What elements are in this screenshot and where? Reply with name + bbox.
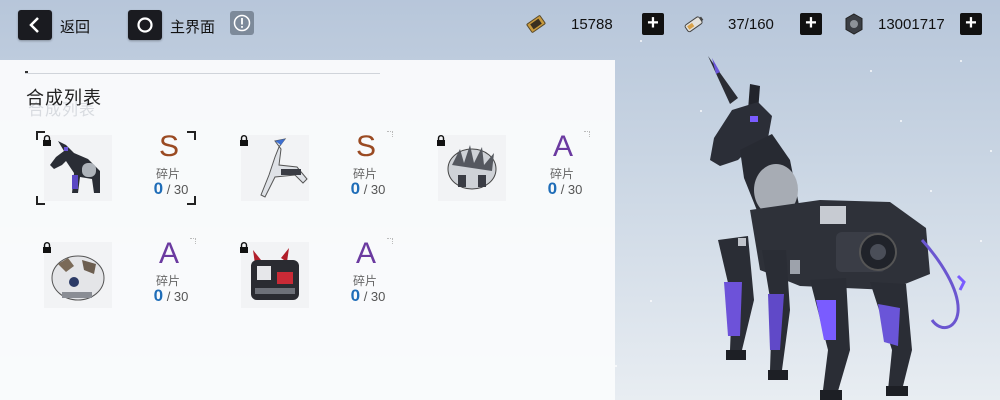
fragment-total: / 30 — [166, 182, 189, 197]
lock-icon — [43, 242, 51, 253]
lock-icon — [240, 242, 248, 253]
fragment-current: 0 — [153, 179, 164, 198]
resource-value-coins: 13001717 — [878, 16, 945, 33]
fragment-total: / 30 — [363, 289, 386, 304]
synthesis-item[interactable]: S 碎片 0 / 30 — [233, 131, 393, 203]
synthesis-item[interactable]: S 碎片 0 / 30 — [36, 130, 196, 205]
card-corner — [190, 238, 196, 244]
circle-home-icon — [137, 17, 153, 33]
robot-unicorn-thumb — [44, 135, 112, 201]
grade-label: S — [158, 130, 179, 163]
lock-icon — [43, 135, 51, 146]
battery-icon — [684, 16, 704, 33]
info-button[interactable] — [230, 11, 254, 35]
back-label[interactable]: 返回 — [60, 16, 90, 37]
ticket-icon — [526, 15, 546, 33]
home-button[interactable] — [128, 10, 162, 40]
robot-beast-thumb — [44, 242, 112, 308]
fragment-count: 0 / 30 — [333, 179, 403, 199]
fragment-count: 0 / 30 — [136, 286, 206, 306]
add-tickets-button[interactable]: + — [642, 13, 664, 35]
grade-label: A — [355, 237, 376, 270]
fragment-total: / 30 — [363, 182, 386, 197]
chevron-left-icon — [29, 17, 39, 33]
card-corner — [584, 131, 590, 137]
resource-value-energy: 37/160 — [728, 16, 774, 33]
selection-corner — [187, 131, 196, 140]
grade-label: S — [355, 130, 376, 163]
home-label[interactable]: 主界面 — [170, 16, 215, 37]
fragment-count: 0 / 30 — [530, 179, 600, 199]
fragment-current: 0 — [350, 179, 361, 198]
grade-label: A — [552, 130, 573, 163]
panel-divider — [25, 73, 380, 74]
exclamation-icon — [233, 14, 251, 32]
robot-hedgehog-thumb — [438, 135, 506, 201]
add-energy-button[interactable]: + — [800, 13, 822, 35]
fragment-current: 0 — [153, 286, 164, 305]
fragment-total: / 30 — [560, 182, 583, 197]
synthesis-item[interactable]: A 碎片 0 / 30 — [36, 238, 196, 310]
synthesis-item[interactable]: A 碎片 0 / 30 — [233, 238, 393, 310]
robot-unicorn-model — [708, 56, 966, 400]
fragment-current: 0 — [350, 286, 361, 305]
resource-value-tickets: 15788 — [571, 16, 613, 33]
fragment-total: / 30 — [166, 289, 189, 304]
lock-icon — [437, 135, 445, 146]
card-corner — [387, 131, 393, 137]
synthesis-item[interactable]: A 碎片 0 / 30 — [430, 131, 590, 203]
add-coins-button[interactable]: + — [960, 13, 982, 35]
lock-icon — [240, 135, 248, 146]
fragment-current: 0 — [547, 179, 558, 198]
back-button[interactable] — [18, 10, 52, 40]
robot-crane-thumb — [241, 135, 309, 201]
gear-coin-icon — [845, 13, 863, 35]
fragment-count: 0 / 30 — [136, 179, 206, 199]
robot-bull-thumb — [241, 242, 309, 308]
fragment-count: 0 / 30 — [333, 286, 403, 306]
card-corner — [387, 238, 393, 244]
grade-label: A — [158, 237, 179, 270]
top-bar: 返回 主界面 15788 + 37/160 + 13001717 + — [0, 0, 1000, 48]
panel-title: 合成列表 — [26, 88, 102, 108]
